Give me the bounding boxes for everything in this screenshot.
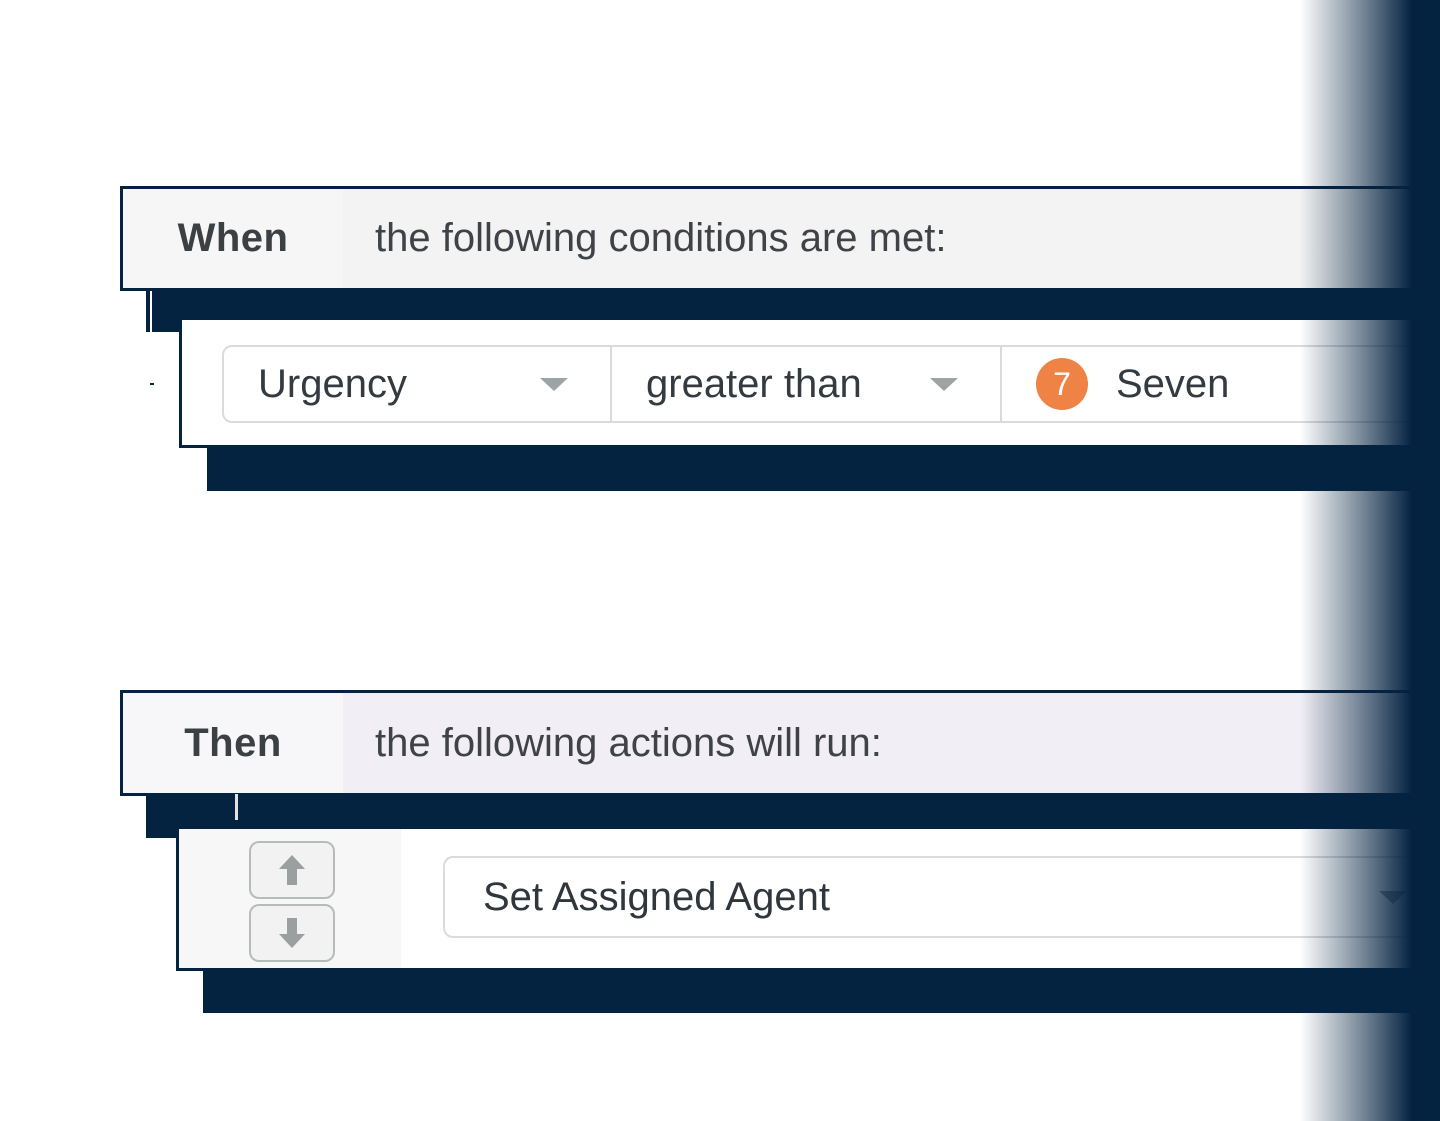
conditions-description: the following conditions are met: bbox=[375, 216, 947, 260]
conditions-connector-dot bbox=[150, 383, 154, 385]
right-edge-fade bbox=[1300, 0, 1440, 1121]
then-keyword: Then bbox=[123, 693, 343, 793]
condition-value-label: Seven bbox=[1116, 361, 1230, 406]
condition-operator-label: greater than bbox=[646, 361, 862, 406]
reorder-controls bbox=[179, 829, 401, 968]
urgency-level-badge: 7 bbox=[1036, 358, 1088, 410]
condition-row: Urgency greater than 7 Seven bbox=[222, 345, 1437, 423]
conditions-header: When the following conditions are met: bbox=[120, 186, 1440, 291]
chevron-down-icon bbox=[540, 378, 568, 391]
action-type-label: Set Assigned Agent bbox=[483, 874, 830, 919]
action-type-select[interactable]: Set Assigned Agent bbox=[443, 856, 1437, 938]
chevron-down-icon bbox=[930, 378, 958, 391]
actions-connector bbox=[235, 794, 238, 820]
move-up-button[interactable] bbox=[249, 841, 335, 899]
when-keyword: When bbox=[123, 189, 343, 288]
actions-description: the following actions will run: bbox=[375, 720, 882, 765]
move-down-button[interactable] bbox=[249, 904, 335, 962]
action-card: Set Assigned Agent bbox=[176, 826, 1440, 971]
condition-field-select[interactable]: Urgency bbox=[224, 347, 612, 421]
arrow-up-icon bbox=[279, 855, 305, 885]
arrow-down-icon bbox=[279, 918, 305, 948]
actions-header: Then the following actions will run: bbox=[120, 690, 1440, 796]
conditions-connector bbox=[146, 290, 150, 332]
condition-operator-select[interactable]: greater than bbox=[612, 347, 1002, 421]
condition-field-label: Urgency bbox=[258, 361, 407, 406]
condition-card: Urgency greater than 7 Seven bbox=[179, 317, 1440, 448]
